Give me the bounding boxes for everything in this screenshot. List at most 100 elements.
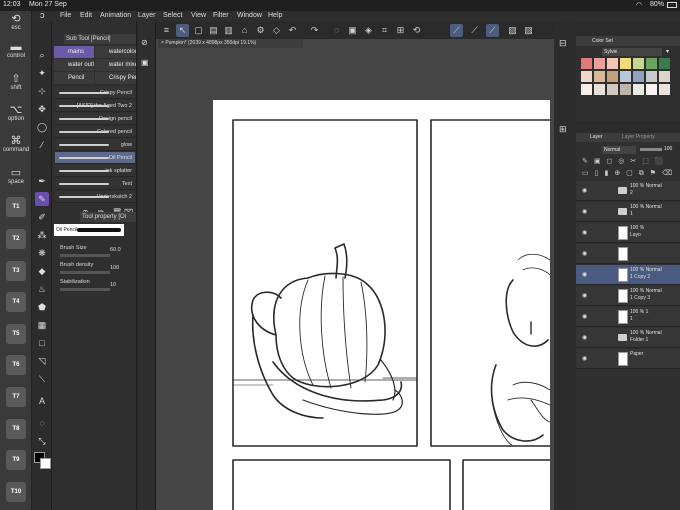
drawing-paper[interactable] (213, 100, 550, 510)
visibility-eye-icon[interactable]: ◉ (582, 313, 587, 320)
operation-tool-icon[interactable]: ⊹ (35, 84, 49, 98)
visibility-eye-icon[interactable]: ◉ (582, 271, 587, 278)
t6-key[interactable]: T6 (6, 355, 26, 375)
fill-tool-icon[interactable]: ⬟ (35, 300, 49, 314)
undo-icon[interactable]: ↶ (286, 24, 299, 37)
menu-window[interactable]: Window (237, 12, 262, 19)
figure-tool-icon[interactable]: □ (35, 336, 49, 350)
brush-crispy-pencil[interactable]: Crispy Pencil (55, 87, 135, 99)
esc-key[interactable]: ⟲ esc (0, 13, 32, 31)
move-layer-icon[interactable]: ✥ (35, 102, 49, 116)
visibility-eye-icon[interactable]: ◉ (582, 229, 587, 236)
group-crispy-pencil[interactable]: Crispy Penc (95, 72, 136, 84)
brush-design-pencil[interactable]: Design pencil (55, 113, 135, 125)
deselect-icon[interactable]: ▣ (346, 24, 359, 37)
color-swatch[interactable] (607, 71, 618, 82)
t10-key[interactable]: T10 (6, 482, 26, 502)
color-swatch[interactable] (646, 58, 657, 69)
document-tab[interactable]: × Pumpkin* (2039 x 4898px 350dpi 19.1%) (158, 39, 303, 48)
zoom-tool-icon[interactable]: ⌕ (35, 48, 49, 62)
menu-layer[interactable]: Layer (138, 12, 156, 19)
t2-key[interactable]: T2 (6, 229, 26, 249)
group-water-mixer[interactable]: water mixe (95, 59, 136, 71)
layer-row[interactable]: ◉ 100 % Normal 1 (576, 202, 680, 222)
text-tool-icon[interactable]: A (35, 394, 49, 408)
balloon-tool-icon[interactable]: ◌ (35, 416, 49, 430)
t3-key[interactable]: T3 (6, 261, 26, 281)
save-icon[interactable]: ▥ (222, 24, 235, 37)
brush-colored-pencil[interactable]: Colored pencil (55, 126, 135, 138)
menu-select[interactable]: Select (163, 12, 182, 19)
scale-icon[interactable]: ⊞ (394, 24, 407, 37)
color-set-menu-icon[interactable]: ▾ (666, 48, 669, 55)
t9-key[interactable]: T9 (6, 450, 26, 470)
menu-file[interactable]: File (60, 12, 71, 19)
control-key[interactable]: ▬ control (0, 41, 32, 59)
stabilization-value[interactable]: 10 (110, 282, 116, 288)
layer-property-tab[interactable]: Layer Property (622, 133, 655, 142)
color-swatch[interactable] (646, 84, 657, 95)
redo-icon[interactable]: ↷ (308, 24, 321, 37)
brush-size-value[interactable]: 60.0 (110, 247, 121, 253)
layer-row[interactable]: ◉ (576, 244, 680, 264)
navigator-icon[interactable]: ⊘ (141, 38, 148, 47)
crop-icon[interactable]: ⌗ (378, 24, 391, 37)
visibility-eye-icon[interactable]: ◉ (582, 334, 587, 341)
collapse-icon[interactable]: ⊟ (559, 38, 567, 49)
brush-undersketch[interactable]: Underskatch 2 (55, 191, 135, 203)
rotate-icon[interactable]: ⟲ (410, 24, 423, 37)
layer-tab[interactable]: Layer (590, 133, 603, 142)
stabilization-slider[interactable] (60, 288, 110, 291)
layer-row[interactable]: ◉ 100 % Normal Folder 1 (576, 328, 680, 348)
move-tool-icon[interactable]: ✦ (35, 66, 49, 80)
color-set-dropdown[interactable]: Sylvie (602, 48, 662, 56)
new-canvas-icon[interactable]: ▢ (192, 24, 205, 37)
command-key[interactable]: ⌘ command (0, 135, 32, 153)
eyedropper-icon[interactable]: ⁄ (35, 138, 49, 152)
split-view-icon[interactable]: ▧ (506, 24, 519, 37)
color-swatch[interactable] (659, 84, 670, 95)
app-logo-icon[interactable]: ↄ (40, 10, 45, 20)
visibility-eye-icon[interactable]: ◉ (582, 355, 587, 362)
color-swatch[interactable] (594, 58, 605, 69)
lasso-tool-icon[interactable]: ◯ (35, 120, 49, 134)
layer-row[interactable]: ◉ Paper (576, 349, 680, 369)
decoration-icon[interactable]: ❋ (35, 246, 49, 260)
t1-key[interactable]: T1 (6, 197, 26, 217)
space-key[interactable]: ▭ space (0, 167, 32, 185)
color-swatch[interactable] (581, 71, 592, 82)
companion-icon[interactable]: ▨ (522, 24, 535, 37)
transform-icon[interactable]: ◌ (330, 24, 343, 37)
brush-size-slider[interactable] (60, 254, 110, 257)
pencil-tool-icon[interactable]: ✎ (35, 192, 49, 206)
color-swatch[interactable] (633, 71, 644, 82)
ruler-snap-icon[interactable]: ⟋ (450, 24, 463, 37)
material-icon[interactable]: ▣ (141, 58, 149, 67)
expand-icon[interactable]: ⊞ (559, 124, 567, 135)
layer-row[interactable]: ◉ 100 % Normal 1 Copy 2 (576, 265, 680, 285)
brush-glow[interactable]: glow (55, 139, 135, 151)
airbrush-icon[interactable]: ⁂ (35, 228, 49, 242)
hamburger-icon[interactable]: ≡ (160, 24, 173, 37)
color-set-tab[interactable]: Color Set (576, 36, 680, 46)
color-swatch[interactable] (633, 58, 644, 69)
group-water-outline[interactable]: water outli (54, 59, 94, 71)
t5-key[interactable]: T5 (6, 324, 26, 344)
brush-text[interactable]: Text (55, 178, 135, 190)
color-swatch[interactable] (646, 71, 657, 82)
brush-density-slider[interactable] (60, 271, 110, 274)
special-ruler-snap-icon[interactable]: ⟋ (468, 24, 481, 37)
opacity-value[interactable]: 100 (664, 146, 672, 152)
brush-aged-two[interactable]: [ASIR] the Aged Two 2 (55, 100, 135, 112)
group-pencil[interactable]: Pencil (54, 72, 94, 84)
layer-row[interactable]: ◉ 100 % Normal 1 Copy 3 (576, 286, 680, 306)
sub-color-swatch[interactable] (40, 458, 51, 469)
layer-row[interactable]: ◉ 100 % Normal 2 (576, 181, 680, 201)
eraser-icon[interactable]: ◆ (35, 264, 49, 278)
menu-view[interactable]: View (191, 12, 206, 19)
color-swatch[interactable] (620, 58, 631, 69)
clear-icon[interactable]: ◇ (270, 24, 283, 37)
color-swatch[interactable] (620, 71, 631, 82)
export-icon[interactable]: ⌂ (238, 24, 251, 37)
brush-oil-pencil[interactable]: Oil Pencil (55, 152, 135, 164)
